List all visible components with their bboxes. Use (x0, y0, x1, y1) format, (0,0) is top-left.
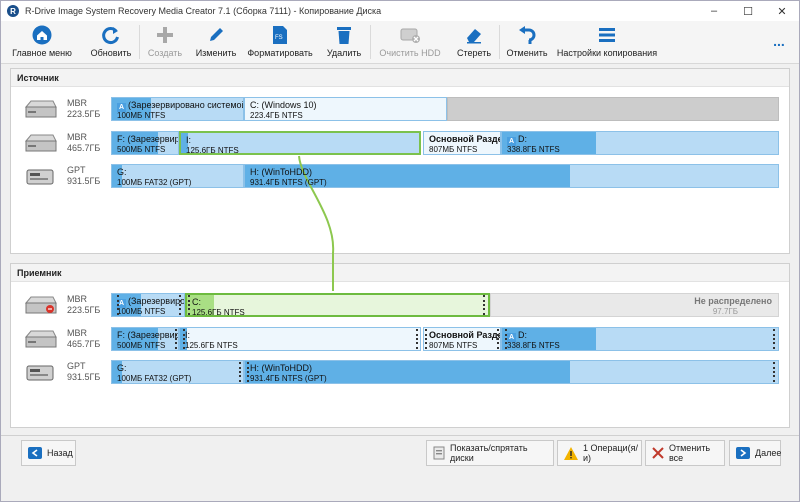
operations-label: 1 Операци(я/и) (583, 443, 638, 463)
partition-size: 338.8ГБ NTFS (507, 341, 560, 350)
partition-name: (Зарезервировано системой) (128, 296, 185, 306)
arrow-right-icon (736, 447, 750, 459)
partition-name: Основной Раздел (429, 134, 501, 144)
partition-name: D: (518, 330, 527, 340)
partition-size: 100МБ FAT32 (GPT) (117, 178, 192, 187)
next-label: Далее (755, 448, 782, 458)
partition-name: F: (Зарезервировано системой) (117, 330, 178, 340)
toggle-disks-label: Показать/спрятать диски (450, 443, 528, 463)
partition-name: F: (Зарезервировано системой) (117, 134, 178, 144)
arrow-left-icon (28, 447, 42, 459)
partition-size: 100МБ NTFS (117, 307, 166, 316)
resize-handle[interactable] (175, 328, 178, 350)
resize-handle[interactable] (505, 328, 508, 350)
partition-name: G: (117, 167, 127, 177)
partition-size: 931.4ГБ NTFS (GPT) (250, 374, 327, 383)
partition-size: 807МБ NTFS (429, 145, 478, 154)
show-hide-disks-icon (433, 446, 445, 460)
resize-handle[interactable] (117, 294, 120, 316)
next-button[interactable]: Далее (729, 440, 781, 466)
partition-size: 500МБ NTFS (117, 341, 166, 350)
partition-name: H: (WinToHDD) (250, 363, 312, 373)
cancel-all-button[interactable]: Отменить все (645, 440, 725, 466)
resize-handle[interactable] (425, 328, 428, 350)
resize-handle[interactable] (773, 361, 776, 383)
partition-size: 223.4ГБ NTFS (250, 111, 303, 120)
resize-handle[interactable] (497, 328, 500, 350)
partition-name: I: (186, 135, 192, 145)
partition-name: C: (Windows 10) (250, 100, 317, 110)
app-window: R R-Drive Image System Recovery Media Cr… (0, 0, 800, 502)
resize-handle[interactable] (188, 294, 191, 316)
partition-name: Не распределено (694, 296, 772, 306)
copy-connector-line (298, 155, 335, 291)
resize-handle[interactable] (416, 328, 419, 350)
resize-handle[interactable] (773, 328, 776, 350)
partition-size: 100МБ FAT32 (GPT) (117, 374, 192, 383)
back-button[interactable]: Назад (21, 440, 76, 466)
back-label: Назад (47, 448, 73, 458)
resize-handle[interactable] (183, 328, 186, 350)
resize-handle[interactable] (247, 361, 250, 383)
partition-name: Основной Раздел (429, 330, 501, 340)
resize-handle[interactable] (239, 361, 242, 383)
resize-handle[interactable] (179, 294, 182, 316)
bottom-bar: Назад Показать/спрятать диски 1 Операци(… (1, 435, 799, 501)
partition-size: 338.8ГБ NTFS (507, 145, 560, 154)
partition-size: 100МБ NTFS (117, 111, 166, 120)
partition-name: (Зарезервировано системой) (128, 100, 244, 110)
operations-button[interactable]: 1 Операци(я/и) (557, 440, 642, 466)
cancel-all-label: Отменить все (669, 443, 711, 463)
partition-size: 931.4ГБ NTFS (GPT) (250, 178, 327, 187)
toggle-disks-button[interactable]: Показать/спрятать диски (426, 440, 554, 466)
partition-name: H: (WinToHDD) (250, 167, 312, 177)
partition-name: D: (518, 134, 527, 144)
partition-size: 125.6ГБ NTFS (185, 341, 238, 350)
warning-icon (564, 446, 578, 460)
partition-size: 807МБ NTFS (429, 341, 478, 350)
partition-size: 97.7ГБ (712, 307, 738, 316)
partition-name: G: (117, 363, 127, 373)
partition-size: 500МБ NTFS (117, 145, 166, 154)
resize-handle[interactable] (483, 294, 486, 316)
partition-name: C: (192, 297, 201, 307)
cancel-x-icon (652, 447, 664, 459)
